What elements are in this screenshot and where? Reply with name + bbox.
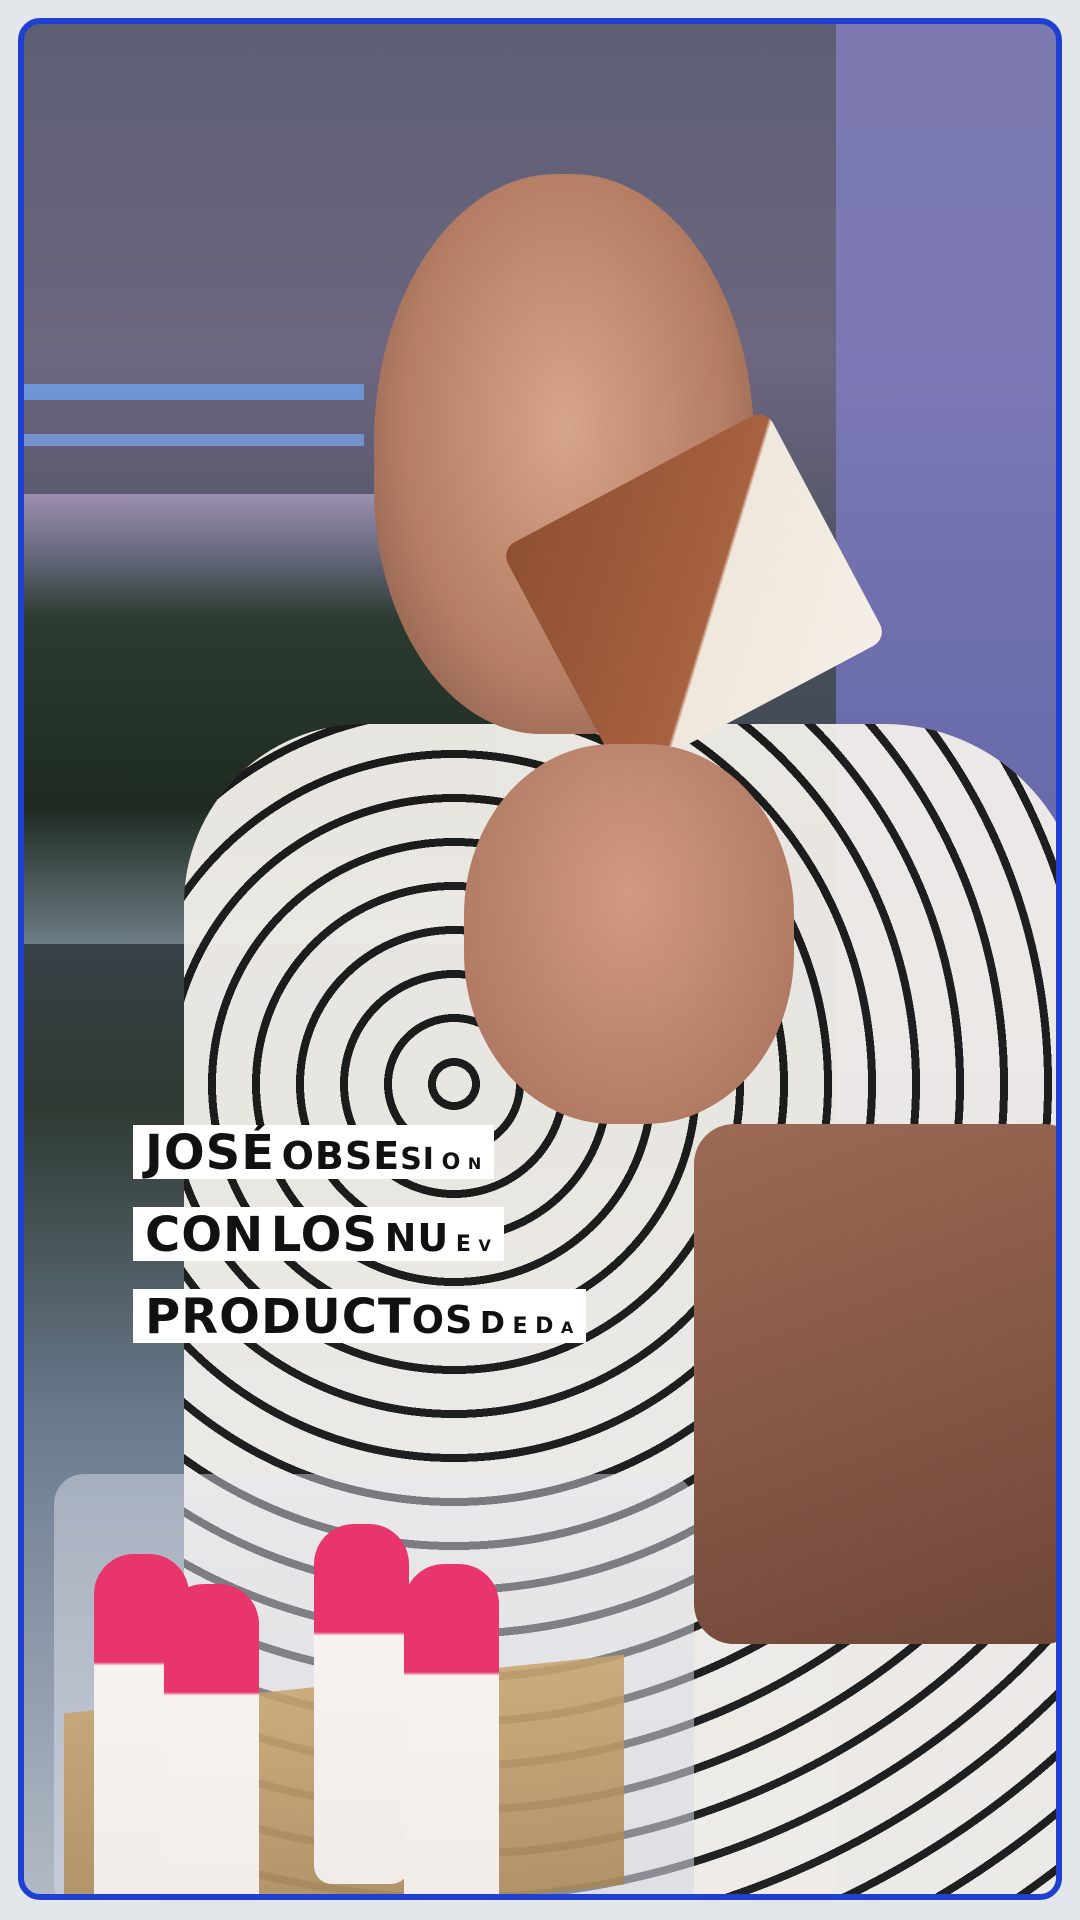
caption-word: O [441,1150,462,1175]
caption-word: JOSÉ [145,1125,276,1181]
caption-word: OS [411,1298,474,1342]
video-frame [18,18,1062,1900]
caption-word: V [478,1236,492,1255]
product-bottle [164,1584,259,1894]
arm [694,1124,1056,1644]
product-bottle [314,1524,409,1884]
caption-word: A [560,1318,575,1337]
caption-line-3: PRODUCTOS D E D A [133,1289,587,1345]
caption-word: D [535,1314,555,1339]
caption-word: PRODUCT [145,1289,412,1345]
caption-word: N [467,1154,483,1173]
product-bottle [404,1564,499,1894]
studio-light [24,384,364,400]
caption-word: CON [145,1207,265,1263]
caption-word: D [479,1306,506,1341]
caption-line-1: JOSÉ OBSESI O N [133,1125,495,1181]
hands [464,744,794,1124]
caption-word: OBSE [281,1134,401,1178]
caption-word: NU [384,1216,450,1260]
caption-word: LOS [270,1207,379,1263]
caption-word: E [512,1314,529,1339]
studio-light [24,434,364,446]
caption-line-2: CON LOS NU E V [133,1207,504,1261]
caption-word: E [455,1232,472,1257]
caption-word: SI [400,1142,435,1177]
